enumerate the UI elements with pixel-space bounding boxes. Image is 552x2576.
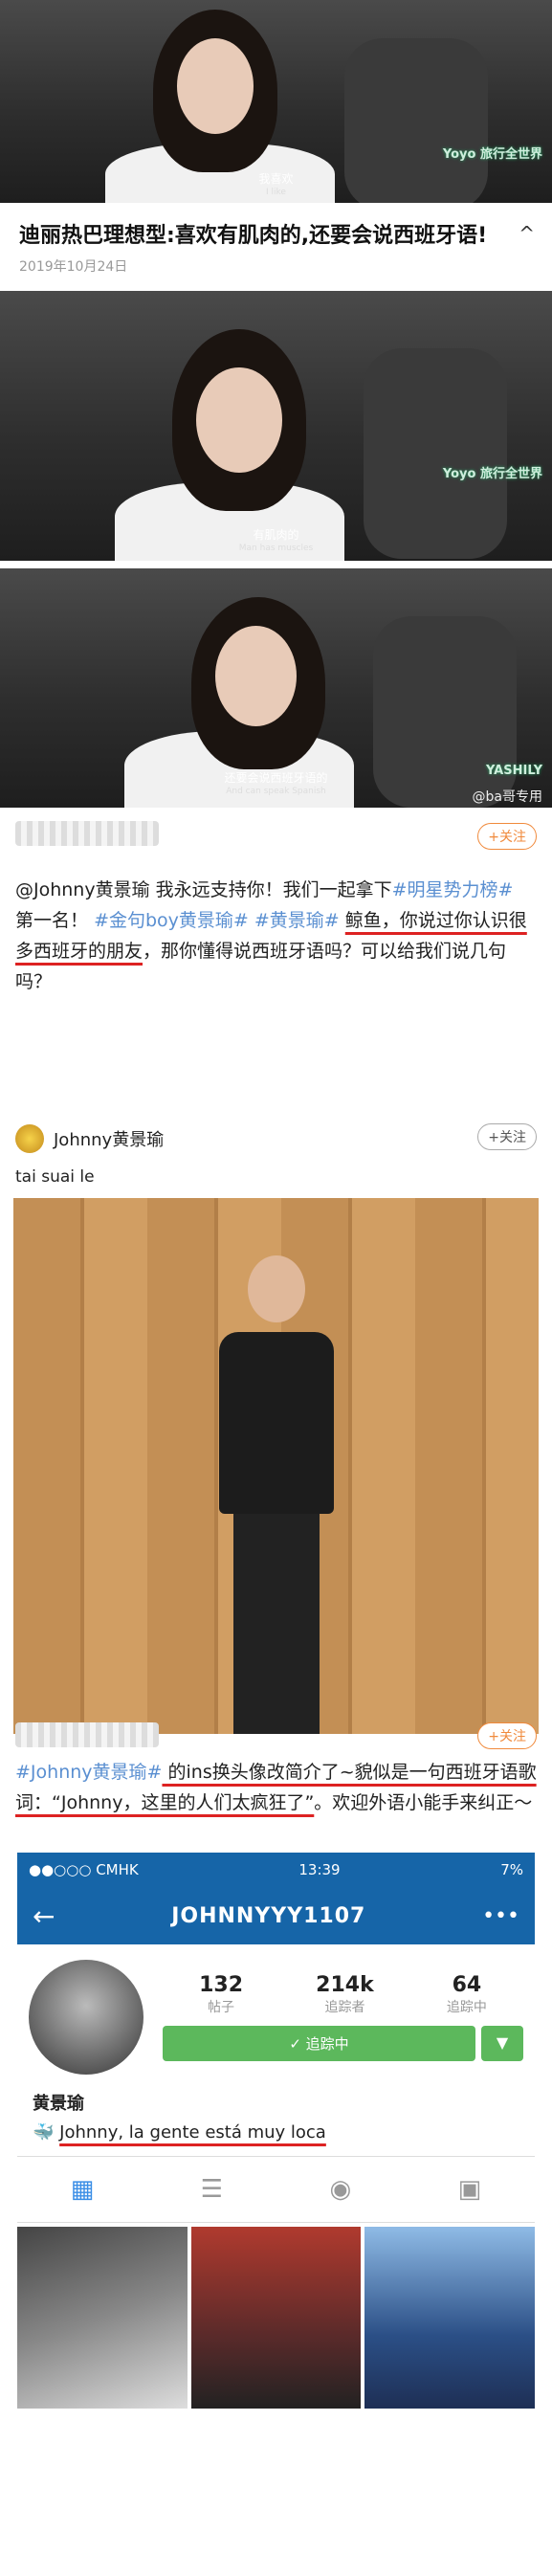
video-frame-2: Yoyo 旅行全世界 有肌肉的 Man has muscles (0, 291, 552, 561)
collapse-chevron-icon[interactable]: ^ (519, 222, 535, 245)
blurred-username (15, 1722, 159, 1747)
post-caption: tai suai le (15, 1167, 95, 1187)
profile-header: 132 帖子 214k 追踪者 64 追踪中 ✓ 追踪中 ▼ (17, 1944, 535, 2090)
author-name[interactable]: Johnny黄景瑜 (54, 1126, 164, 1151)
stat-number: 214k (316, 1973, 374, 1997)
article-title: 迪丽热巴理想型:喜欢有肌肉的,还要会说西班牙语! (19, 224, 488, 248)
following-button[interactable]: ✓ 追踪中 (163, 2026, 475, 2061)
subtitle-en: I like (266, 188, 286, 197)
article-date: 2019年10月24日 (19, 259, 128, 275)
more-options-icon[interactable]: ••• (482, 1904, 519, 1928)
nav-bar: ← JOHNNYYY1107 ••• (17, 1887, 535, 1944)
video-frame-3: YASHILY 还要会说西班牙语的 And can speak Spanish … (0, 568, 552, 808)
stat-label: 帖子 (208, 2000, 235, 2015)
weibo-post-2: Johnny黄景瑜 +关注 tai suai le @ba哥专用 (0, 1112, 552, 1760)
whale-icon: 🐳 (33, 2122, 55, 2143)
subtitle-en: And can speak Spanish (226, 787, 326, 796)
post-text-b: 。欢迎外语小能手来纠正～ (314, 1792, 533, 1813)
hashtag-link[interactable]: #黄景瑜# (254, 910, 340, 931)
video-frame-1: Yoyo 旅行全世界 我喜欢 I like (0, 0, 552, 203)
person-figure (210, 1255, 343, 1734)
instagram-screenshot: ●●○○○ CMHK 13:39 7% ← JOHNNYYY1107 ••• 1… (17, 1853, 536, 2412)
profile-name: 黄景瑜 (33, 2094, 84, 2114)
follow-button[interactable]: +关注 (477, 1123, 537, 1150)
person-face (215, 626, 297, 726)
subtitle-en: Man has muscles (238, 544, 314, 553)
weibo-post-1: +关注 @Johnny黄景瑜 我永远支持你！我们一起拿下#明星势力榜# 第一名！… (0, 808, 552, 1112)
status-bar: ●●○○○ CMHK 13:39 7% (17, 1853, 535, 1887)
stat-followers[interactable]: 214k 追踪者 (316, 1973, 374, 2016)
stat-following[interactable]: 64 追踪中 (447, 1973, 487, 2016)
article-header: 迪丽热巴理想型:喜欢有肌肉的,还要会说西班牙语! 2019年10月24日 ^ (0, 203, 552, 281)
post-text: @Johnny黄景瑜 我永远支持你！我们一起拿下#明星势力榜# 第一名！ #金句… (15, 875, 537, 997)
profile-bio: 🐳 Johnny, la gente está muy loca (17, 2115, 535, 2156)
person-face (177, 38, 254, 134)
person-face (196, 367, 282, 473)
dropdown-caret-icon[interactable]: ▼ (481, 2026, 523, 2061)
grid-photo[interactable] (190, 2227, 362, 2409)
list-view-icon[interactable]: ☰ (201, 2175, 223, 2204)
show-logo: Yoyo 旅行全世界 (442, 467, 542, 481)
subtitle-cn: 我喜欢 (258, 172, 294, 186)
show-logo: Yoyo 旅行全世界 (442, 147, 542, 162)
follow-button[interactable]: +关注 (477, 823, 537, 850)
carrier: ●●○○○ CMHK (29, 1861, 139, 1878)
grid-photo[interactable] (17, 2227, 188, 2409)
stat-number: 64 (452, 1973, 482, 1997)
follow-button[interactable]: +关注 (477, 1722, 537, 1749)
post-text-b: 第一名！ (15, 910, 89, 931)
back-arrow-icon[interactable]: ← (33, 1900, 55, 1932)
stat-posts[interactable]: 132 帖子 (199, 1973, 243, 2016)
location-pin-icon[interactable]: ◉ (330, 2175, 352, 2204)
clock: 13:39 (298, 1861, 341, 1878)
blurred-username (15, 821, 159, 846)
grid-view-icon[interactable]: ▦ (71, 2175, 95, 2204)
subtitle-cn: 还要会说西班牙语的 (224, 771, 328, 785)
tagged-photos-icon[interactable]: ▣ (458, 2175, 482, 2204)
battery: 7% (500, 1861, 523, 1878)
stat-label: 追踪者 (324, 2000, 365, 2015)
hashtag-link[interactable]: #金句boy黄景瑜# (94, 910, 249, 931)
photo-grid (17, 2223, 536, 2412)
stat-label: 追踪中 (446, 2000, 487, 2015)
profile-tabbar: ▦ ☰ ◉ ▣ (17, 2156, 535, 2223)
grid-photo[interactable] (364, 2227, 536, 2409)
hashtag-link[interactable]: #明星势力榜# (392, 879, 514, 900)
post-text-a: @Johnny黄景瑜 我永远支持你！我们一起拿下 (15, 879, 392, 900)
bio-text: Johnny, la gente está muy loca (59, 2122, 326, 2143)
subtitle-cn: 有肌肉的 (253, 528, 299, 542)
hashtag-link[interactable]: #Johnny黄景瑜# (15, 1762, 162, 1783)
post-photo[interactable]: @ba哥专用 (13, 1198, 539, 1760)
watermark: @ba哥专用 (472, 789, 542, 805)
profile-username: JOHNNYYY1107 (171, 1903, 366, 1928)
avatar[interactable] (15, 1124, 44, 1153)
stat-number: 132 (199, 1973, 244, 1997)
post-text: #Johnny黄景瑜# 的ins换头像改简介了~貌似是一句西班牙语歌词：“Joh… (15, 1757, 537, 1818)
avatar[interactable] (29, 1960, 144, 2075)
weibo-post-3: +关注 #Johnny黄景瑜# 的ins换头像改简介了~貌似是一句西班牙语歌词：… (0, 1711, 552, 1845)
